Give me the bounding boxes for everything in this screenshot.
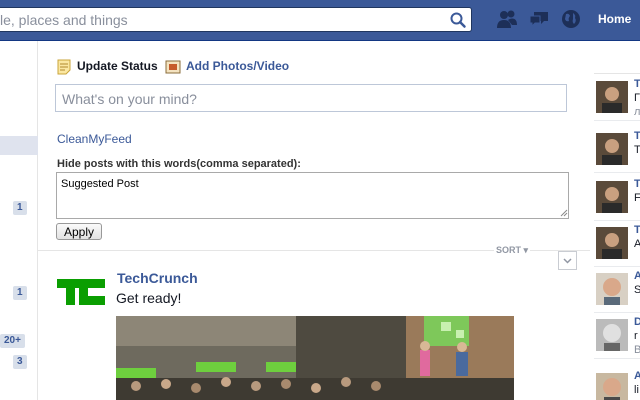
messages-icon[interactable] xyxy=(528,9,550,29)
cleanmyfeed-link[interactable]: CleanMyFeed xyxy=(57,132,132,146)
ticker-text: DrB xyxy=(634,316,640,356)
status-input[interactable]: What's on your mind? xyxy=(55,84,567,112)
ticker-text: TT xyxy=(634,130,640,156)
status-note-icon xyxy=(57,59,71,75)
avatar xyxy=(596,273,628,305)
ticker-story[interactable]: TΓл xyxy=(594,77,640,121)
ticker-text: TA xyxy=(634,224,640,250)
photo-icon xyxy=(165,60,181,74)
post-options-button[interactable] xyxy=(558,251,577,270)
avatar xyxy=(596,181,628,213)
friend-requests-icon[interactable] xyxy=(496,9,518,29)
home-link[interactable]: Home xyxy=(598,12,631,26)
avatar xyxy=(596,81,628,113)
hide-words-label: Hide posts with this words(comma separat… xyxy=(57,158,301,170)
post-photo[interactable] xyxy=(116,316,514,400)
ticker-story[interactable]: AS xyxy=(594,269,640,313)
ticker-story[interactable]: Ali xyxy=(594,369,640,400)
search-input-text: le, places and things xyxy=(0,12,128,28)
hide-words-textarea[interactable] xyxy=(56,172,569,219)
sidebar-count-badge: 3 xyxy=(13,355,27,369)
resize-grip-icon[interactable] xyxy=(560,209,568,217)
sort-menu[interactable]: SORT ▾ xyxy=(494,245,531,256)
ticker-text: Ali xyxy=(634,370,640,396)
chevron-down-icon xyxy=(563,258,572,264)
top-bar: le, places and things Home xyxy=(0,0,640,41)
techcrunch-logo-avatar[interactable] xyxy=(57,279,105,305)
ticker-text: AS xyxy=(634,270,640,296)
notifications-globe-icon[interactable] xyxy=(560,9,582,29)
ticker-text: TΓл xyxy=(634,78,640,118)
tab-update-status[interactable]: Update Status xyxy=(77,59,158,73)
ticker-story[interactable]: TA xyxy=(594,223,640,267)
sidebar-selected-item[interactable] xyxy=(0,136,38,155)
ticker-divider xyxy=(594,73,640,74)
post-author-link[interactable]: TechCrunch xyxy=(117,270,198,286)
ticker-story[interactable]: TF xyxy=(594,177,640,221)
sidebar-count-badge: 1 xyxy=(13,201,27,215)
apply-button[interactable]: Apply xyxy=(56,223,102,240)
facebook-page: le, places and things Home 1 1 20+ 3 Upd… xyxy=(0,0,640,400)
avatar xyxy=(596,133,628,165)
status-placeholder: What's on your mind? xyxy=(62,91,197,107)
left-sidebar: 1 1 20+ 3 xyxy=(0,41,38,400)
search-icon[interactable] xyxy=(449,11,467,29)
avatar xyxy=(596,227,628,259)
tab-add-photos-video[interactable]: Add Photos/Video xyxy=(186,59,289,73)
sidebar-count-badge: 20+ xyxy=(0,334,25,348)
sort-label: SORT xyxy=(496,245,522,255)
search-input[interactable]: le, places and things xyxy=(0,7,472,32)
avatar xyxy=(596,319,628,351)
ticker-sidebar: TΓл TT TF TA AS DrB Ali xyxy=(590,41,640,400)
sidebar-count-badge: 1 xyxy=(13,286,27,300)
ticker-text: TF xyxy=(634,178,640,204)
ticker-story[interactable]: DrB xyxy=(594,315,640,359)
post-text: Get ready! xyxy=(116,290,182,306)
avatar xyxy=(596,373,628,400)
ticker-story[interactable]: TT xyxy=(594,129,640,173)
